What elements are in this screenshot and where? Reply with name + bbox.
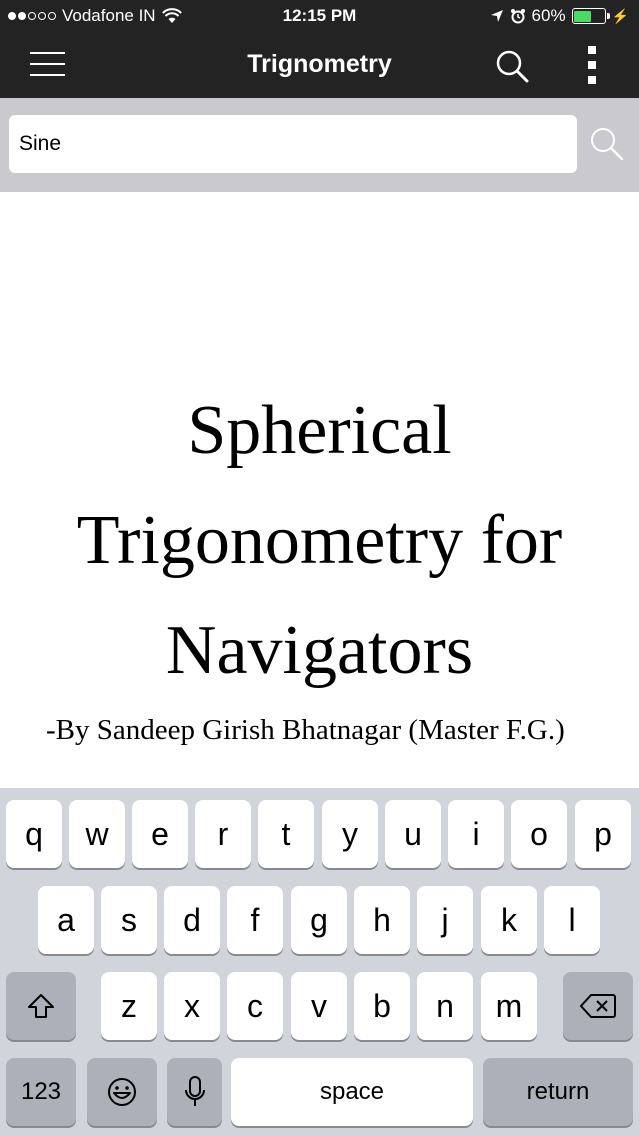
document-title: Spherical Trigonometry for Navigators bbox=[20, 376, 619, 706]
key-x[interactable]: x bbox=[164, 972, 220, 1040]
key-s[interactable]: s bbox=[101, 886, 157, 954]
keyboard: q w e r t y u i o p a s d f g h j k l z … bbox=[0, 788, 639, 1136]
shift-icon bbox=[28, 994, 54, 1018]
key-t[interactable]: t bbox=[258, 800, 314, 868]
microphone-icon bbox=[184, 1076, 205, 1106]
more-options-button[interactable] bbox=[585, 46, 599, 84]
key-m[interactable]: m bbox=[481, 972, 537, 1040]
status-bar: Vodafone IN 12:15 PM 60% ⚡ bbox=[0, 0, 639, 34]
document-title-line: Navigators bbox=[165, 612, 474, 689]
emoji-key[interactable] bbox=[87, 1058, 157, 1126]
page-title: Trignometry bbox=[247, 50, 392, 78]
location-icon bbox=[490, 10, 503, 22]
key-h[interactable]: h bbox=[354, 886, 410, 954]
key-c[interactable]: c bbox=[227, 972, 283, 1040]
key-u[interactable]: u bbox=[385, 800, 441, 868]
key-w[interactable]: w bbox=[69, 800, 125, 868]
key-b[interactable]: b bbox=[354, 972, 410, 1040]
document-byline: -By Sandeep Girish Bhatnagar (Master F.G… bbox=[46, 714, 565, 746]
status-right: 60% ⚡ bbox=[490, 6, 629, 26]
key-l[interactable]: l bbox=[544, 886, 600, 954]
backspace-icon bbox=[580, 994, 616, 1018]
alarm-icon bbox=[510, 9, 525, 24]
numbers-key[interactable]: 123 bbox=[6, 1058, 76, 1126]
key-q[interactable]: q bbox=[6, 800, 62, 868]
key-e[interactable]: e bbox=[132, 800, 188, 868]
key-j[interactable]: j bbox=[417, 886, 473, 954]
key-v[interactable]: v bbox=[291, 972, 347, 1040]
charging-icon: ⚡ bbox=[611, 7, 629, 24]
key-f[interactable]: f bbox=[227, 886, 283, 954]
document-title-line: Spherical bbox=[187, 392, 452, 469]
delete-key[interactable] bbox=[563, 972, 633, 1040]
document-title-line: Trigonometry for bbox=[76, 502, 563, 579]
key-p[interactable]: p bbox=[575, 800, 631, 868]
return-key[interactable]: return bbox=[483, 1058, 633, 1126]
nav-bar: Trignometry bbox=[0, 34, 639, 98]
emoji-icon bbox=[108, 1078, 136, 1106]
key-r[interactable]: r bbox=[195, 800, 251, 868]
key-i[interactable]: i bbox=[448, 800, 504, 868]
search-bar bbox=[0, 98, 639, 192]
document-view: Spherical Trigonometry for Navigators -B… bbox=[0, 192, 639, 788]
key-d[interactable]: d bbox=[164, 886, 220, 954]
shift-key[interactable] bbox=[6, 972, 76, 1040]
search-submit-icon[interactable] bbox=[588, 125, 626, 163]
key-n[interactable]: n bbox=[417, 972, 473, 1040]
search-input[interactable] bbox=[9, 115, 577, 173]
battery-icon bbox=[571, 8, 610, 24]
key-y[interactable]: y bbox=[322, 800, 378, 868]
more-vertical-icon bbox=[588, 46, 596, 54]
battery-percent: 60% bbox=[531, 6, 566, 25]
key-k[interactable]: k bbox=[481, 886, 537, 954]
battery-level bbox=[574, 10, 592, 22]
space-key[interactable]: space bbox=[231, 1058, 473, 1126]
key-a[interactable]: a bbox=[38, 886, 94, 954]
key-o[interactable]: o bbox=[511, 800, 567, 868]
key-z[interactable]: z bbox=[101, 972, 157, 1040]
dictation-key[interactable] bbox=[167, 1058, 222, 1126]
key-g[interactable]: g bbox=[291, 886, 347, 954]
search-icon[interactable] bbox=[494, 48, 530, 84]
